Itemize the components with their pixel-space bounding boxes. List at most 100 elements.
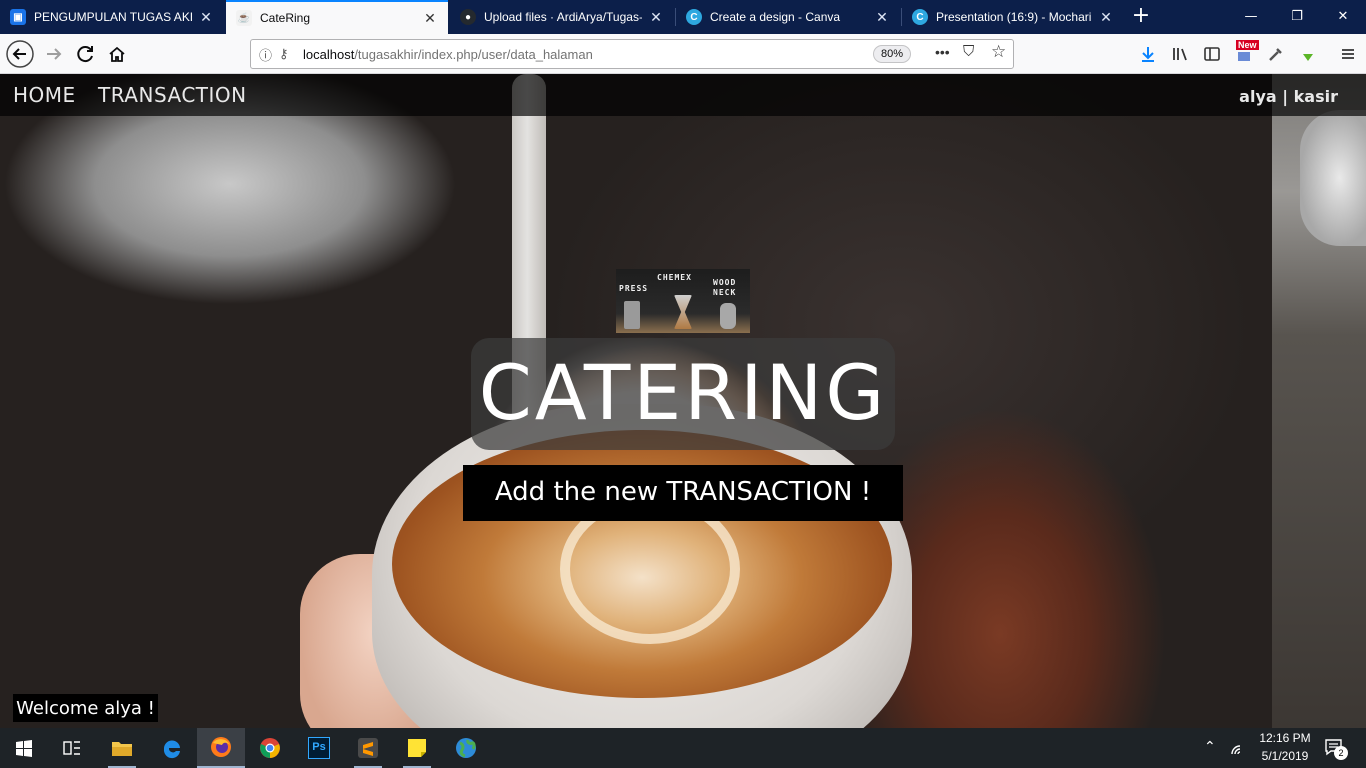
tab-title: Upload files · ArdiArya/Tugas-A bbox=[484, 10, 642, 24]
tab-pengumpulan[interactable]: ▣ PENGUMPULAN TUGAS AKHIR ✕ bbox=[0, 0, 224, 34]
pocket-icon[interactable]: ⛉ bbox=[963, 43, 974, 60]
classroom-icon: ▣ bbox=[10, 9, 26, 25]
bookmark-star-icon[interactable]: ☆ bbox=[991, 42, 1006, 62]
navigation-toolbar: ⓘ ⚷ localhost/tugasakhir/index.php/user/… bbox=[0, 34, 1366, 74]
page-title: CATERING bbox=[478, 348, 888, 437]
globe-app-button[interactable] bbox=[442, 728, 490, 768]
nav-home-link[interactable]: HOME bbox=[13, 83, 76, 107]
zoom-indicator[interactable]: 80% bbox=[873, 45, 911, 63]
library-button[interactable] bbox=[1166, 38, 1194, 70]
canva-icon: C bbox=[686, 9, 702, 25]
action-center-button[interactable]: 2 bbox=[1324, 738, 1348, 760]
canva-icon: C bbox=[912, 9, 928, 25]
tab-title: Presentation (16:9) - Mocharint bbox=[936, 10, 1092, 24]
tab-title: CateRing bbox=[260, 11, 311, 25]
logo-neck-text: NECK bbox=[713, 288, 737, 297]
logo-chemex-text: CHEMEX bbox=[657, 273, 692, 282]
add-transaction-banner[interactable]: Add the new TRANSACTION ! bbox=[463, 465, 903, 521]
reload-icon bbox=[77, 46, 93, 63]
url-path: /tugasakhir/index.php/user/data_halaman bbox=[354, 46, 593, 62]
back-arrow-icon bbox=[6, 40, 34, 68]
restore-button[interactable]: ❐ bbox=[1274, 0, 1320, 34]
file-explorer-button[interactable] bbox=[98, 728, 146, 768]
pitcher-image bbox=[1300, 110, 1366, 246]
green-arrow-icon bbox=[1303, 46, 1313, 61]
logo-wood-text: WOOD bbox=[713, 278, 737, 287]
minimize-button[interactable]: — bbox=[1228, 0, 1274, 34]
background-image-repeat bbox=[1272, 74, 1366, 728]
page-viewport: HOME TRANSACTION alya | kasir CHEMEX PRE… bbox=[0, 74, 1366, 728]
tab-canva[interactable]: C Create a design - Canva ✕ bbox=[676, 0, 900, 34]
welcome-message: Welcome alya ! bbox=[16, 698, 155, 719]
french-press-icon bbox=[624, 301, 640, 329]
url-text[interactable]: localhost/tugasakhir/index.php/user/data… bbox=[303, 47, 593, 62]
tray-chevron-up-icon[interactable]: ⌃ bbox=[1204, 739, 1216, 755]
add-transaction-text[interactable]: Add the new TRANSACTION ! bbox=[463, 477, 903, 507]
firefox-icon bbox=[211, 737, 231, 757]
close-icon[interactable]: ✕ bbox=[648, 9, 664, 26]
edge-button[interactable] bbox=[148, 728, 196, 768]
eyedropper-button[interactable] bbox=[1262, 38, 1290, 70]
sublime-button[interactable] bbox=[344, 728, 392, 768]
sticky-notes-button[interactable] bbox=[393, 728, 441, 768]
windows-start-icon bbox=[16, 740, 32, 757]
photoshop-icon: Ps bbox=[308, 737, 330, 759]
user-info[interactable]: alya | kasir bbox=[1239, 87, 1338, 106]
menu-button[interactable] bbox=[1334, 38, 1362, 70]
close-icon[interactable]: ✕ bbox=[422, 10, 438, 27]
reload-button[interactable] bbox=[70, 38, 102, 70]
library-icon bbox=[1173, 48, 1187, 61]
forward-button[interactable] bbox=[38, 38, 70, 70]
coffee-logo-image: CHEMEX PRESS WOOD NECK bbox=[616, 269, 750, 333]
welcome-box: Welcome alya ! bbox=[13, 694, 158, 722]
sidebar-button[interactable] bbox=[1198, 38, 1226, 70]
close-icon[interactable]: ✕ bbox=[198, 9, 214, 26]
clock-time[interactable]: 12:16 PM bbox=[1252, 731, 1318, 745]
extension-new-button[interactable]: New bbox=[1230, 38, 1259, 70]
catering-favicon-icon: ☕ bbox=[236, 10, 252, 26]
new-badge: New bbox=[1236, 40, 1259, 50]
key-icon[interactable]: ⚷ bbox=[279, 46, 299, 62]
tab-title: Create a design - Canva bbox=[710, 10, 841, 24]
back-button[interactable] bbox=[4, 38, 36, 70]
home-button[interactable] bbox=[101, 38, 133, 70]
globe-app-icon bbox=[456, 738, 476, 758]
photoshop-button[interactable]: Ps bbox=[295, 728, 343, 768]
chemex-icon bbox=[674, 295, 692, 329]
logo-press-text: PRESS bbox=[619, 284, 649, 293]
chrome-icon bbox=[260, 738, 280, 758]
page-actions-icon[interactable]: ••• bbox=[935, 44, 950, 60]
close-window-button[interactable]: ✕ bbox=[1320, 0, 1366, 34]
sublime-icon bbox=[358, 738, 378, 758]
close-icon[interactable]: ✕ bbox=[1098, 9, 1114, 26]
github-icon: ● bbox=[460, 9, 476, 25]
info-icon[interactable]: ⓘ bbox=[259, 45, 279, 64]
download-icon bbox=[1142, 47, 1154, 62]
start-button[interactable] bbox=[0, 728, 48, 768]
new-tab-button[interactable]: + bbox=[1130, 0, 1152, 34]
tab-presentation[interactable]: C Presentation (16:9) - Mocharint ✕ bbox=[902, 0, 1124, 34]
download-helper-button[interactable] bbox=[1294, 38, 1322, 70]
close-icon[interactable]: ✕ bbox=[874, 9, 890, 26]
notification-count: 2 bbox=[1334, 746, 1348, 760]
url-bar[interactable]: ⓘ ⚷ localhost/tugasakhir/index.php/user/… bbox=[250, 39, 1014, 69]
windows-taskbar: Ps ⌃ 12:16 PM 5/1/2019 2 bbox=[0, 728, 1366, 768]
task-view-icon bbox=[63, 741, 80, 755]
sidebar-icon bbox=[1204, 47, 1220, 61]
home-icon bbox=[109, 46, 125, 62]
edge-icon bbox=[163, 740, 180, 759]
tab-title: PENGUMPULAN TUGAS AKHIR bbox=[34, 10, 192, 24]
nav-transaction-link[interactable]: TRANSACTION bbox=[98, 83, 247, 107]
downloads-button[interactable] bbox=[1134, 38, 1162, 70]
url-host: localhost bbox=[303, 46, 355, 62]
clock-date[interactable]: 5/1/2019 bbox=[1252, 749, 1318, 763]
tab-github-upload[interactable]: ● Upload files · ArdiArya/Tugas-A ✕ bbox=[450, 0, 674, 34]
sticky-notes-icon bbox=[408, 739, 426, 757]
chrome-button[interactable] bbox=[246, 728, 294, 768]
firefox-button[interactable] bbox=[197, 728, 245, 768]
wifi-button[interactable] bbox=[1230, 740, 1248, 760]
task-view-button[interactable] bbox=[48, 728, 96, 768]
woodneck-icon bbox=[720, 303, 736, 329]
tab-strip: ▣ PENGUMPULAN TUGAS AKHIR ✕ ☕ CateRing ✕… bbox=[0, 0, 1366, 34]
tab-catering[interactable]: ☕ CateRing ✕ bbox=[226, 0, 448, 34]
